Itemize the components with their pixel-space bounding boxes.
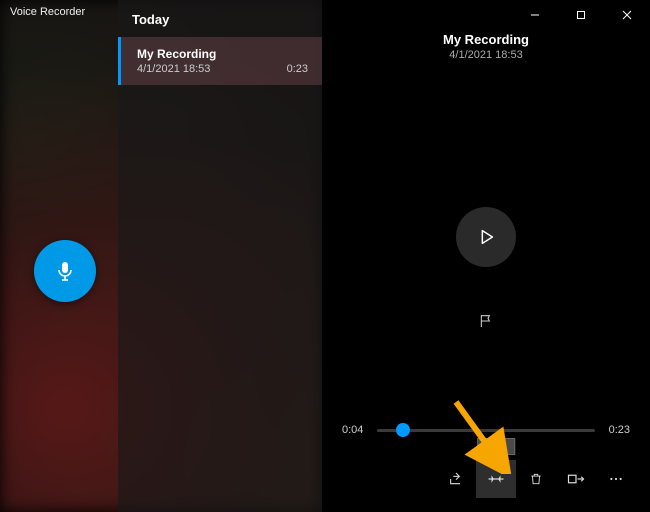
play-button[interactable] <box>456 207 516 267</box>
recording-datetime: 4/1/2021 18:53 <box>322 49 650 61</box>
more-icon <box>608 471 624 487</box>
action-bar: Trim <box>322 452 650 512</box>
record-button[interactable] <box>34 240 96 302</box>
rename-icon <box>567 472 585 486</box>
timeline: 0:04 0:23 <box>322 412 650 452</box>
minimize-button[interactable] <box>512 0 558 30</box>
more-button[interactable] <box>596 460 636 498</box>
recording-item-datetime: 4/1/2021 18:53 <box>137 63 306 75</box>
recording-title: My Recording <box>322 32 650 47</box>
rename-button[interactable] <box>556 460 596 498</box>
recording-item-duration: 0:23 <box>287 63 308 75</box>
recording-meta: My Recording 4/1/2021 18:53 <box>322 32 650 61</box>
add-marker-button[interactable] <box>472 307 500 335</box>
trim-button[interactable]: Trim <box>476 460 516 498</box>
time-total: 0:23 <box>609 424 630 436</box>
app-title: Voice Recorder <box>10 6 85 18</box>
close-button[interactable] <box>604 0 650 30</box>
microphone-icon <box>53 259 77 283</box>
flag-icon <box>478 313 494 329</box>
share-button[interactable] <box>436 460 476 498</box>
playback-area <box>322 61 650 412</box>
trash-icon <box>529 471 543 487</box>
recording-item-title: My Recording <box>137 47 306 61</box>
recording-list-item[interactable]: My Recording 4/1/2021 18:53 0:23 <box>118 37 322 85</box>
seek-thumb[interactable] <box>396 423 410 437</box>
share-icon <box>448 471 464 487</box>
delete-button[interactable] <box>516 460 556 498</box>
recordings-list: Today My Recording 4/1/2021 18:53 0:23 <box>118 0 322 512</box>
window-controls <box>322 0 650 30</box>
time-current: 0:04 <box>342 424 363 436</box>
seek-track[interactable] <box>377 429 594 432</box>
play-icon <box>475 226 497 248</box>
maximize-button[interactable] <box>558 0 604 30</box>
trim-icon <box>487 471 505 487</box>
detail-panel: My Recording 4/1/2021 18:53 0:04 <box>322 0 650 512</box>
recordings-panel: Voice Recorder Today My Recording 4/1/20… <box>0 0 322 512</box>
section-header: Today <box>118 0 322 37</box>
